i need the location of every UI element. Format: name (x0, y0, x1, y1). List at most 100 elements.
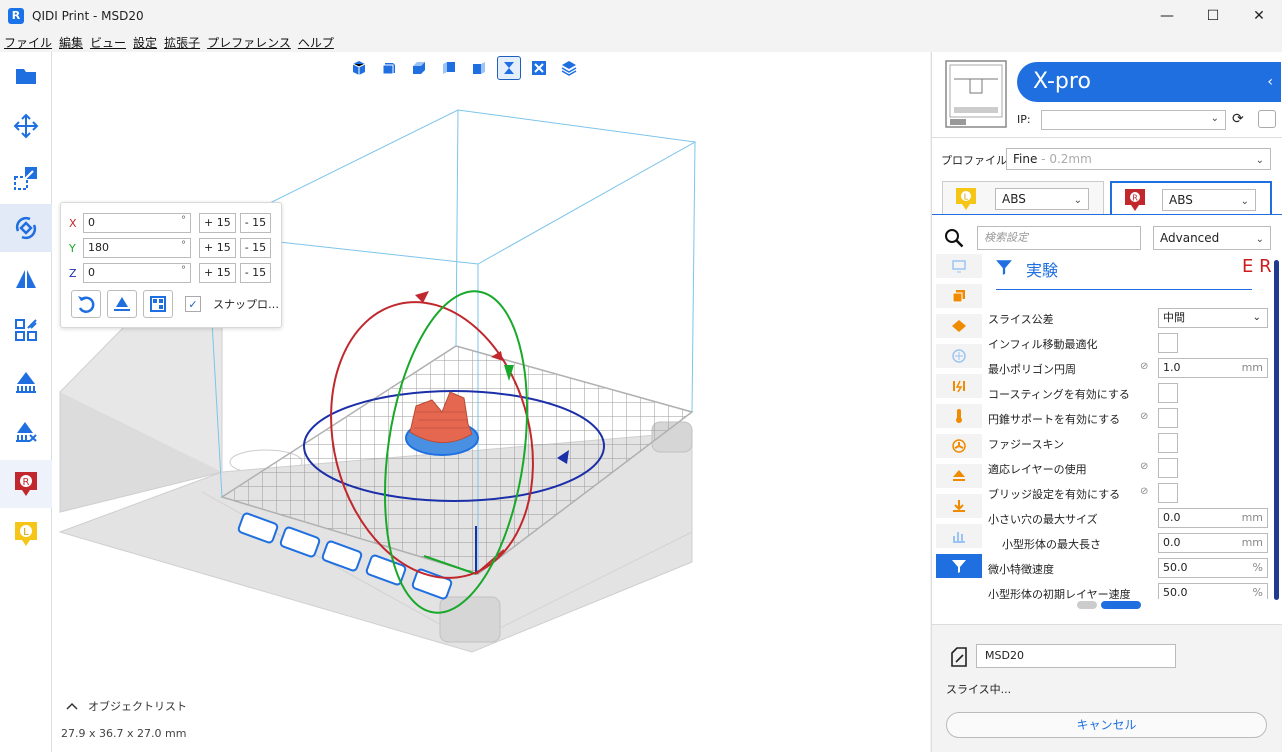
move-tool[interactable] (0, 102, 52, 150)
title-bar: R QIDI Print - MSD20 — ☐ ✕ (0, 0, 1282, 32)
build-plate-scene[interactable] (52, 52, 930, 752)
lay-flat-icon (114, 297, 130, 311)
category-cooling[interactable] (936, 434, 982, 458)
view-right-button[interactable] (467, 56, 491, 80)
pager-dot[interactable] (1077, 601, 1097, 609)
refresh-icon[interactable]: ⟳ (1232, 111, 1244, 127)
rotate-z-plus-button[interactable]: + 15 (199, 263, 236, 283)
category-dual[interactable] (936, 524, 982, 548)
small-hole-max-size-input[interactable]: 0.0 mm (1158, 508, 1268, 528)
conical-support-checkbox[interactable] (1158, 408, 1178, 428)
mirror-tool[interactable] (0, 256, 52, 304)
snap-rotation-checkbox[interactable]: ✓ (185, 296, 201, 312)
menu-view[interactable]: ビュー (90, 34, 126, 51)
rotate-z-input[interactable]: 0 ° (83, 263, 191, 283)
link-icon: ⊘ (1140, 411, 1149, 422)
job-name-input[interactable]: MSD20 (976, 644, 1176, 668)
select-face-button[interactable] (143, 290, 173, 318)
category-temperature[interactable] (936, 404, 982, 428)
rotate-tool[interactable] (0, 204, 52, 252)
search-icon (945, 229, 964, 248)
collapse-chevron-icon[interactable]: ‹ (1267, 62, 1273, 102)
scale-tool[interactable] (0, 154, 52, 202)
category-material[interactable] (936, 344, 982, 368)
object-dimensions: 27.9 x 36.7 x 27.0 mm (61, 727, 187, 740)
menu-extensions[interactable]: 拡張子 (164, 34, 200, 51)
rotate-y-input[interactable]: 180 ° (83, 238, 191, 258)
enable-coasting-checkbox[interactable] (1158, 383, 1178, 403)
menu-settings[interactable]: 設定 (133, 34, 157, 51)
infill-travel-optimization-checkbox[interactable] (1158, 333, 1178, 353)
close-button[interactable]: ✕ (1236, 0, 1282, 32)
view-front-button[interactable] (377, 56, 401, 80)
printer-image (945, 60, 1007, 128)
category-adhesion[interactable] (936, 494, 982, 518)
extruder-r-tab[interactable]: R ABS ⌄ (1110, 181, 1272, 215)
category-infill[interactable] (936, 314, 982, 338)
adaptive-layers-checkbox[interactable] (1158, 458, 1178, 478)
rotate-y-plus-button[interactable]: + 15 (199, 238, 236, 258)
extruder-l-tab[interactable]: L ABS ⌄ (942, 181, 1104, 215)
extruder-r-material-select[interactable]: ABS ⌄ (1162, 189, 1256, 211)
support-eraser-tool[interactable] (0, 408, 52, 456)
section-title: 実験 (1026, 261, 1059, 280)
extruder-l-material-select[interactable]: ABS ⌄ (995, 188, 1089, 210)
min-polygon-circumference-input[interactable]: 1.0 mm (1158, 358, 1268, 378)
extruder-l-tool[interactable]: L (0, 510, 52, 558)
rotate-x-minus-button[interactable]: - 15 (239, 213, 272, 233)
reset-rotation-button[interactable] (71, 290, 101, 318)
cancel-button[interactable]: キャンセル (946, 712, 1267, 738)
menu-help[interactable]: ヘルプ (298, 34, 334, 51)
profile-select[interactable]: Fine - 0.2mm ⌄ (1006, 148, 1271, 170)
settings-scrollbar[interactable] (1274, 260, 1279, 600)
category-experimental[interactable] (936, 554, 982, 578)
setting-small-hole-max-size: 小さい穴の最大サイズ 0.0 mm (988, 508, 1268, 530)
arrange-tool[interactable] (0, 306, 52, 354)
ip-select[interactable]: ⌄ (1041, 110, 1226, 130)
printer-name-badge[interactable]: X-pro ‹ (1017, 62, 1281, 102)
tab-divider (932, 214, 1282, 215)
category-support[interactable] (936, 464, 982, 488)
maximize-button[interactable]: ☐ (1190, 0, 1236, 32)
view-top-button[interactable] (407, 56, 431, 80)
settings-search-input[interactable]: 検索設定 (977, 226, 1141, 250)
small-feature-speed-input[interactable]: 50.0% (1158, 558, 1268, 578)
menu-edit[interactable]: 編集 (59, 34, 83, 51)
lay-flat-button[interactable] (107, 290, 137, 318)
menu-preferences[interactable]: プレファレンス (207, 34, 291, 51)
3d-viewport[interactable]: オブジェクトリスト 27.9 x 36.7 x 27.0 mm (52, 52, 930, 752)
menu-file[interactable]: ファイル (4, 34, 52, 51)
extruder-r-tool[interactable]: R (0, 460, 52, 508)
view-toolbar (347, 56, 581, 80)
settings-pager[interactable] (1077, 601, 1141, 609)
fuzzy-skin-checkbox[interactable] (1158, 433, 1178, 453)
category-quality[interactable] (936, 254, 982, 278)
section-divider (996, 289, 1252, 290)
open-file-tool[interactable] (0, 52, 52, 100)
object-list-toggle[interactable]: オブジェクトリスト (66, 698, 187, 714)
rotate-x-plus-button[interactable]: + 15 (199, 213, 236, 233)
view-left-button[interactable] (437, 56, 461, 80)
view-3d-button[interactable] (347, 56, 371, 80)
rotate-z-minus-button[interactable]: - 15 (239, 263, 272, 283)
link-icon: ⊘ (1140, 486, 1149, 497)
minimize-button[interactable]: — (1144, 0, 1190, 32)
edit-printer-icon[interactable] (1258, 110, 1276, 128)
small-feature-initial-layer-speed-input[interactable]: 50.0% (1158, 583, 1268, 599)
setting-small-feature-max-length: 小型形体の最大長さ 0.0 mm (988, 533, 1268, 555)
category-shell[interactable] (936, 284, 982, 308)
small-feature-max-length-input[interactable]: 0.0 mm (1158, 533, 1268, 553)
slice-tolerance-select[interactable]: 中間 ⌄ (1158, 308, 1268, 328)
bars-icon (953, 532, 965, 543)
monitor-icon (952, 260, 966, 273)
support-tool[interactable] (0, 358, 52, 406)
view-xray-button[interactable] (497, 56, 521, 80)
rotate-x-input[interactable]: 0 ° (83, 213, 191, 233)
view-layers-button[interactable] (527, 56, 551, 80)
view-stack-button[interactable] (557, 56, 581, 80)
rotate-y-minus-button[interactable]: - 15 (239, 238, 272, 258)
category-speed[interactable] (936, 374, 982, 398)
pager-dot-active[interactable] (1101, 601, 1141, 609)
bridge-settings-checkbox[interactable] (1158, 483, 1178, 503)
visibility-level-select[interactable]: Advanced ⌄ (1153, 226, 1271, 250)
